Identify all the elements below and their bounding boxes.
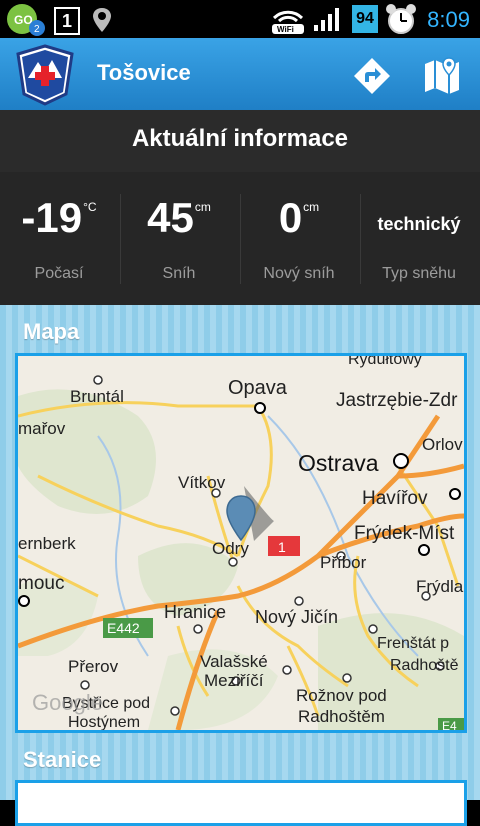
map-section-title: Mapa [23,319,80,344]
app-bar: Tošovice [0,38,480,111]
svg-text:2: 2 [34,24,40,35]
stat-weather: -19°C Počasí [0,172,118,305]
location-icon [93,8,111,32]
svg-text:Frýdek-Míst: Frýdek-Míst [354,523,455,544]
road-label: E4 [442,719,457,730]
svg-text:Hostýnem: Hostýnem [68,714,140,730]
stat-label: Počasí [34,265,84,282]
svg-text:Příbor: Příbor [320,553,367,572]
alarm-clock-icon [386,4,416,34]
road-label: 1 [278,539,286,555]
svg-text:Frýdlant: Frýdlant [416,577,464,596]
location-marker-icon[interactable] [226,495,256,542]
stats-panel: -19°C Počasí 45cm Sníh 0cm Nový sníh tec… [0,172,480,305]
google-watermark: Google [32,690,103,715]
svg-text:Nový Jičín: Nový Jičín [255,607,338,627]
stanice-list[interactable] [15,780,467,826]
svg-text:Bruntál: Bruntál [70,387,124,406]
svg-text:Jastrzębie-Zdr: Jastrzębie-Zdr [336,390,458,411]
info-header: Aktuální informace [0,110,480,173]
stat-snow-type: technický Typ sněhu [360,172,478,305]
svg-text:Havířov: Havířov [362,488,428,509]
svg-text:Ostrava: Ostrava [298,450,379,476]
svg-text:WiFi: WiFi [277,25,294,34]
svg-text:Radhoštěm: Radhoštěm [298,707,385,726]
svg-text:Rožnov pod: Rožnov pod [296,686,387,705]
svg-text:mařov: mařov [18,419,66,438]
clock-time: 8:09 [427,7,470,32]
status-bar: GO 2 1 WiFi 94 8:09 [0,0,480,38]
content-area: Mapa 1 E442 E4 Rydułtowy Bruntál Opava J… [0,305,480,826]
svg-text:Orlov: Orlov [422,435,463,454]
stat-value: 45cm [147,194,211,241]
stanice-section-title: Stanice [23,747,102,772]
sim-icon: 1 [54,7,80,35]
road-label: E442 [107,620,140,636]
svg-text:ernberk: ernberk [18,534,76,553]
svg-text:Frenštát p: Frenštát p [377,635,449,652]
stat-label: Nový sníh [263,265,335,282]
svg-text:Hranice: Hranice [164,602,226,622]
svg-text:Radhoště: Radhoště [390,657,459,674]
svg-text:Přerov: Přerov [68,657,119,676]
stat-label: Sníh [162,265,196,282]
stat-new-snow: 0cm Nový sníh [240,172,358,305]
svg-text:Rydułtowy: Rydułtowy [348,356,422,368]
stat-value: 0cm [278,194,320,241]
signal-icon [314,8,339,31]
svg-text:Vítkov: Vítkov [178,473,226,492]
svg-text:Meziříčí: Meziříčí [204,671,264,690]
page-title: Tošovice [97,60,191,85]
horska-sluzba-logo-icon[interactable] [14,44,76,106]
stat-value: technický [377,214,461,234]
gtalk-icon: GO 2 [7,4,45,36]
map-canvas[interactable]: 1 E442 E4 Rydułtowy Bruntál Opava Jastrz… [18,356,464,730]
stat-value: -19°C [21,194,97,241]
map-view[interactable]: 1 E442 E4 Rydułtowy Bruntál Opava Jastrz… [15,353,467,733]
directions-icon[interactable] [352,56,392,96]
battery-icon: 94 [352,5,378,33]
stat-snow: 45cm Sníh [120,172,238,305]
svg-text:Valašské: Valašské [200,652,268,671]
stat-label: Typ sněhu [382,265,456,282]
svg-text:Odry: Odry [212,539,249,558]
svg-text:Opava: Opava [228,377,288,399]
map-icon[interactable] [422,56,462,96]
info-heading: Aktuální informace [131,125,349,152]
wifi-icon: WiFi [272,10,304,34]
svg-text:mouc: mouc [18,573,64,594]
